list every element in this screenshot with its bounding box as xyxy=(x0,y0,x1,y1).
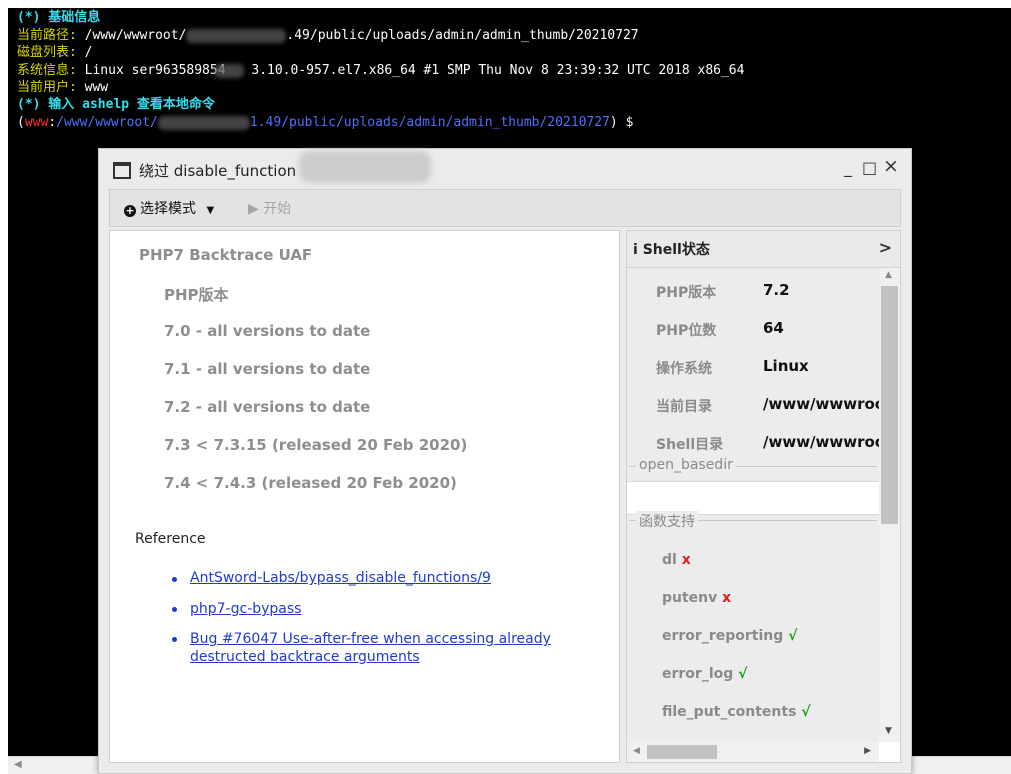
bullet-icon xyxy=(172,637,177,642)
info-value: /www/wwwroot xyxy=(763,395,879,413)
system-label: 系统信息: xyxy=(17,63,77,78)
dialog-title: 绕过 disable_function xyxy=(139,162,297,180)
version-item: 7.4 < 7.4.3 (released 20 Feb 2020) xyxy=(164,474,457,492)
terminal-basic-info-header: (*) 基础信息 xyxy=(17,10,101,25)
function-name: putenv xyxy=(662,590,718,606)
function-item: file_put_contents √ xyxy=(662,704,811,720)
bullet-icon xyxy=(172,577,177,582)
terminal-help-line: (*) 输入 ashelp 查看本地命令 xyxy=(17,97,215,112)
info-key: PHP版本 xyxy=(656,285,717,301)
version-item: 7.2 - all versions to date xyxy=(164,398,371,416)
shell-status-header[interactable]: i Shell状态 > xyxy=(627,231,900,268)
open-basedir-value xyxy=(627,481,879,515)
close-button[interactable]: × xyxy=(883,156,899,176)
path-suffix: .49/public/uploads/admin/admin_thumb/202… xyxy=(286,28,639,43)
terminal-user-line: 当前用户: www xyxy=(17,79,108,96)
prompt-path-suffix: 1.49/public/uploads/admin/admin_thumb/20… xyxy=(249,115,610,130)
reference-title: Reference xyxy=(135,531,206,547)
select-mode-button[interactable]: + 选择模式 ▼ xyxy=(124,198,214,218)
prompt-open: ( xyxy=(17,115,25,130)
path-label: 当前路径: xyxy=(17,28,77,43)
scroll-right-arrow-icon[interactable]: ▶ xyxy=(864,746,871,756)
bypass-dialog: 绕过 disable_function _ □ × + 选择模式 ▼ ▶ 开始 P… xyxy=(98,148,912,774)
function-name: error_log xyxy=(662,666,734,682)
terminal-system-line: 系统信息: Linux ser963589854 3.10.0-957.el7.… xyxy=(17,62,744,79)
function-name: file_put_contents xyxy=(662,704,797,720)
start-button[interactable]: ▶ 开始 xyxy=(248,198,291,218)
redacted-blur xyxy=(186,28,287,43)
info-key: Shell目录 xyxy=(656,437,724,453)
info-value: 64 xyxy=(763,319,784,337)
prompt-path-prefix: /www/wwwroot/ xyxy=(56,115,158,130)
vertical-scrollbar[interactable]: ▲ ▼ xyxy=(879,268,900,742)
minimize-button[interactable]: _ xyxy=(844,158,852,178)
disk-value: / xyxy=(76,45,93,60)
redacted-blur xyxy=(299,151,431,183)
info-key: 当前目录 xyxy=(656,399,712,415)
prompt-user: www xyxy=(24,115,49,130)
exploit-info-panel: PHP7 Backtrace UAF PHP版本 7.0 - all versi… xyxy=(109,230,620,763)
version-item: 7.3 < 7.3.15 (released 20 Feb 2020) xyxy=(164,436,468,454)
bullet-icon xyxy=(172,607,177,612)
terminal-disk-line: 磁盘列表: / xyxy=(17,44,92,61)
maximize-button[interactable]: □ xyxy=(862,158,877,178)
prompt-close: ) $ xyxy=(609,115,634,130)
function-name: dl xyxy=(662,552,677,568)
dialog-toolbar: + 选择模式 ▼ ▶ 开始 xyxy=(109,189,901,227)
shell-status-title: i Shell状态 xyxy=(633,239,710,259)
scrollbar-thumb[interactable] xyxy=(881,286,898,524)
scroll-down-arrow-icon[interactable]: ▼ xyxy=(885,726,892,736)
reference-link[interactable]: Bug #76047 Use-after-free when accessing… xyxy=(190,630,615,666)
path-prefix: /www/wwwroot/ xyxy=(76,28,187,43)
info-icon: i xyxy=(633,242,638,258)
version-item: 7.0 - all versions to date xyxy=(164,322,371,340)
plus-circle-icon: + xyxy=(124,204,136,217)
chevron-right-icon[interactable]: > xyxy=(879,238,892,257)
scroll-left-arrow-icon[interactable]: ◀ xyxy=(14,759,22,770)
info-key: 操作系统 xyxy=(656,361,712,377)
check-icon: √ xyxy=(801,704,811,720)
reference-link[interactable]: php7-gc-bypass xyxy=(190,600,615,618)
prompt-colon: : xyxy=(48,115,57,130)
select-mode-label: 选择模式 xyxy=(140,201,196,217)
shell-status-panel: i Shell状态 > PHP版本 7.2 PHP位数 64 操作系统 Linu… xyxy=(626,230,901,763)
function-item: putenv x xyxy=(662,590,731,606)
open-basedir-legend: open_basedir xyxy=(636,457,736,473)
check-icon: √ xyxy=(738,666,748,682)
caret-down-icon: ▼ xyxy=(206,205,215,216)
terminal-prompt[interactable]: (www:/www/wwwroot/1.49/public/uploads/ad… xyxy=(17,114,633,131)
info-value: Linux xyxy=(763,357,809,375)
disk-label: 磁盘列表: xyxy=(17,45,77,60)
user-value: www xyxy=(76,80,109,95)
system-suffix: 3.10.0-957.el7.x86_64 #1 SMP Thu Nov 8 2… xyxy=(243,63,745,78)
shell-status-body: PHP版本 7.2 PHP位数 64 操作系统 Linux 当前目录 /www/… xyxy=(627,268,879,742)
user-label: 当前用户: xyxy=(17,80,77,95)
function-name: error_reporting xyxy=(662,628,784,644)
scroll-left-arrow-icon[interactable]: ◀ xyxy=(633,746,640,756)
shell-status-label: Shell状态 xyxy=(642,242,710,258)
dialog-titlebar[interactable]: 绕过 disable_function _ □ × xyxy=(99,149,911,189)
scroll-up-arrow-icon[interactable]: ▲ xyxy=(885,270,892,280)
function-item: dl x xyxy=(662,552,691,568)
horizontal-scrollbar[interactable]: ◀ ▶ xyxy=(627,742,879,762)
cross-icon: x xyxy=(681,552,691,568)
version-item: 7.1 - all versions to date xyxy=(164,360,371,378)
system-prefix: Linux ser963589854 xyxy=(76,63,226,78)
check-icon: √ xyxy=(788,628,798,644)
redacted-blur xyxy=(157,115,250,130)
cross-icon: x xyxy=(722,590,732,606)
window-icon xyxy=(113,162,131,179)
terminal-path-line: 当前路径: /www/wwwroot/ .49/public/uploads/ad… xyxy=(17,27,639,44)
redacted-blur xyxy=(213,63,244,78)
function-item: error_reporting √ xyxy=(662,628,797,644)
info-key: PHP位数 xyxy=(656,323,717,339)
exploit-heading: PHP7 Backtrace UAF xyxy=(139,246,313,264)
scrollbar-thumb[interactable] xyxy=(647,745,717,759)
function-item: error_log √ xyxy=(662,666,747,682)
info-value: 7.2 xyxy=(763,281,790,299)
php-version-label: PHP版本 xyxy=(164,286,229,304)
reference-link[interactable]: AntSword-Labs/bypass_disable_functions/9 xyxy=(190,569,615,587)
functions-legend: 函数支持 xyxy=(636,511,698,531)
info-value: /www/wwwroot xyxy=(763,433,879,451)
